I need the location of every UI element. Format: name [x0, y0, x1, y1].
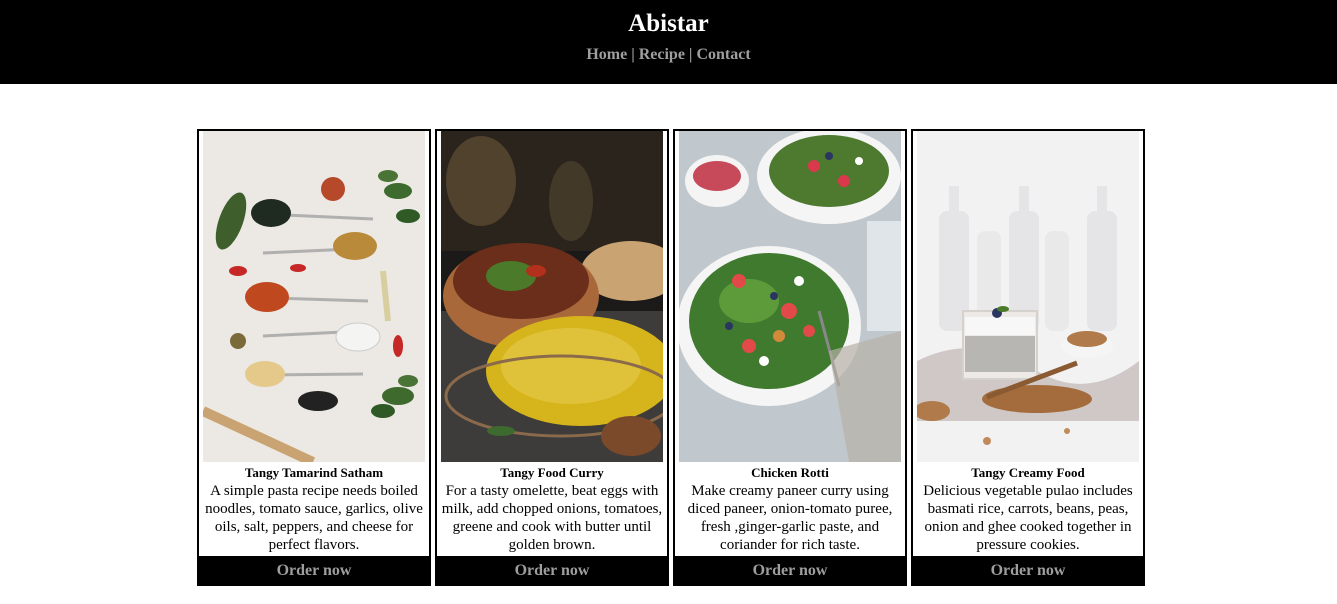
recipe-card: Tangy Food Curry For a tasty omelette, b… — [435, 129, 669, 586]
main-nav: Home | Recipe | Contact — [0, 44, 1337, 66]
recipe-card: Chicken Rotti Make creamy paneer curry u… — [673, 129, 907, 586]
nav-separator: | — [631, 46, 635, 63]
card-description: A simple pasta recipe needs boiled noodl… — [205, 483, 423, 553]
site-header: Abistar Home | Recipe | Contact — [0, 0, 1337, 84]
card-title: Tangy Food Curry — [500, 465, 604, 480]
site-title: Abistar — [628, 10, 709, 37]
card-title: Tangy Creamy Food — [971, 465, 1085, 480]
card-title: Tangy Tamarind Satham — [244, 465, 384, 480]
order-now-button[interactable]: Order now — [197, 556, 431, 586]
recipe-card: Tangy Tamarind Satham A simple pasta rec… — [197, 129, 431, 586]
order-now-button[interactable]: Order now — [673, 556, 907, 586]
curry-and-rice-photo — [441, 131, 663, 462]
order-now-button[interactable]: Order now — [435, 556, 669, 586]
spices-on-spoons-photo — [203, 131, 425, 462]
nav-separator: | — [688, 46, 693, 63]
card-description: For a tasty omelette, beat eggs with mil… — [441, 483, 663, 553]
card-description: Delicious vegetable pulao includes basma… — [923, 483, 1133, 553]
card-title: Chicken Rotti — [751, 465, 829, 480]
recipe-cards: Tangy Tamarind Satham A simple pasta rec… — [197, 129, 1145, 586]
chia-pudding-photo — [917, 131, 1139, 462]
nav-home-link[interactable]: Home — [586, 46, 627, 63]
order-now-button[interactable]: Order now — [911, 556, 1145, 586]
recipe-card: Tangy Creamy Food Delicious vegetable pu… — [911, 129, 1145, 586]
nav-contact-link[interactable]: Contact — [696, 46, 750, 63]
nav-recipe-link[interactable]: Recipe — [639, 46, 685, 63]
salad-bowls-photo — [679, 131, 901, 462]
card-description: Make creamy paneer curry using diced pan… — [687, 483, 893, 553]
